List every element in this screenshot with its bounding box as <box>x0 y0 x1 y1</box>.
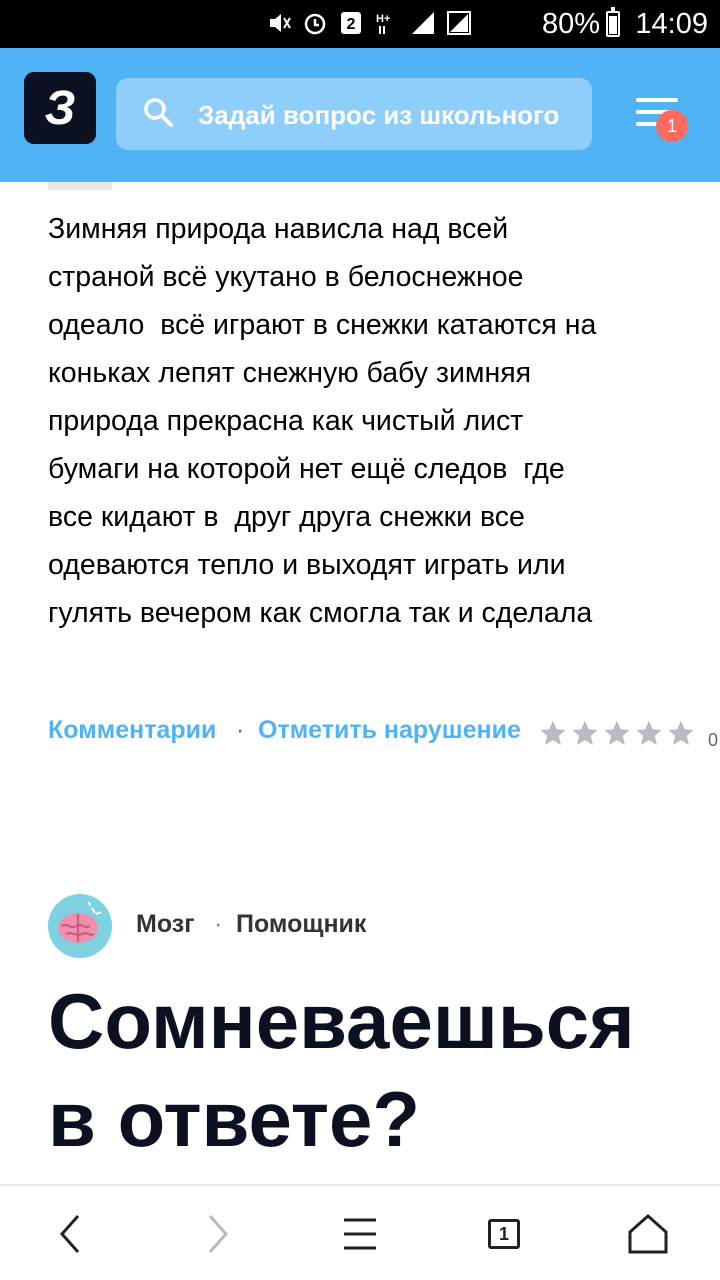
site-logo[interactable]: З <box>24 72 96 144</box>
helper-card: Мозг · Помощник <box>48 894 648 958</box>
search-icon <box>144 98 173 127</box>
answer-actions: Комментарии · Отметить нарушение 0 <box>48 716 720 752</box>
report-link[interactable]: Отметить нарушение <box>258 716 521 745</box>
separator: · <box>214 910 223 938</box>
home-button[interactable] <box>624 1210 672 1258</box>
svg-text:2: 2 <box>347 16 356 33</box>
star-icon[interactable] <box>634 718 664 748</box>
brain-icon <box>58 901 102 943</box>
site-header: З Задай вопрос из школьного 1 <box>0 48 720 182</box>
notification-badge: 1 <box>656 110 688 142</box>
tabs-button[interactable]: 1 <box>480 1210 528 1258</box>
battery-percent: 80% <box>541 8 600 40</box>
rating-count: 0 <box>708 730 719 750</box>
avatar <box>48 182 112 190</box>
answer-text: Зимняя природа нависла над всей страной … <box>48 213 597 629</box>
status-icons: 2 H+ <box>266 10 472 36</box>
forward-icon <box>208 1215 229 1253</box>
star-icon[interactable] <box>666 718 696 748</box>
helper-name: Мозг <box>136 910 195 938</box>
star-icon[interactable] <box>602 718 632 748</box>
status-bar: 2 H+ 80% 14:09 <box>0 0 720 48</box>
browser-bottom-nav: 1 <box>0 1184 720 1280</box>
back-icon <box>59 1215 80 1253</box>
home-icon <box>628 1213 668 1254</box>
comments-link[interactable]: Комментарии <box>48 716 216 745</box>
battery-icon <box>606 7 620 37</box>
rating-stars[interactable] <box>538 718 696 748</box>
tabs-icon: 1 <box>488 1219 520 1249</box>
search-placeholder: Задай вопрос из школьного <box>198 100 560 130</box>
clock: 14:09 <box>635 8 708 40</box>
brain-avatar <box>48 894 112 958</box>
alarm-icon <box>304 13 326 35</box>
star-icon[interactable] <box>570 718 600 748</box>
menu-button[interactable] <box>336 1210 384 1258</box>
star-icon[interactable] <box>538 718 568 748</box>
sim-2-icon: 2 <box>341 12 361 34</box>
forward-button[interactable] <box>194 1210 242 1258</box>
logo-letter: З <box>44 81 76 135</box>
helper-headline: Сомневаешься в ответе? <box>48 977 635 1163</box>
helper-role: Помощник <box>236 910 367 938</box>
signal-icon <box>447 11 471 35</box>
mute-icon <box>270 14 291 32</box>
svg-text:H+: H+ <box>376 13 390 25</box>
search-input[interactable]: Задай вопрос из школьного <box>116 78 592 150</box>
menu-icon <box>344 1218 376 1250</box>
signal-icon <box>412 12 434 34</box>
h-plus-icon: H+ <box>376 13 390 34</box>
separator: · <box>236 716 245 744</box>
back-button[interactable] <box>46 1210 94 1258</box>
